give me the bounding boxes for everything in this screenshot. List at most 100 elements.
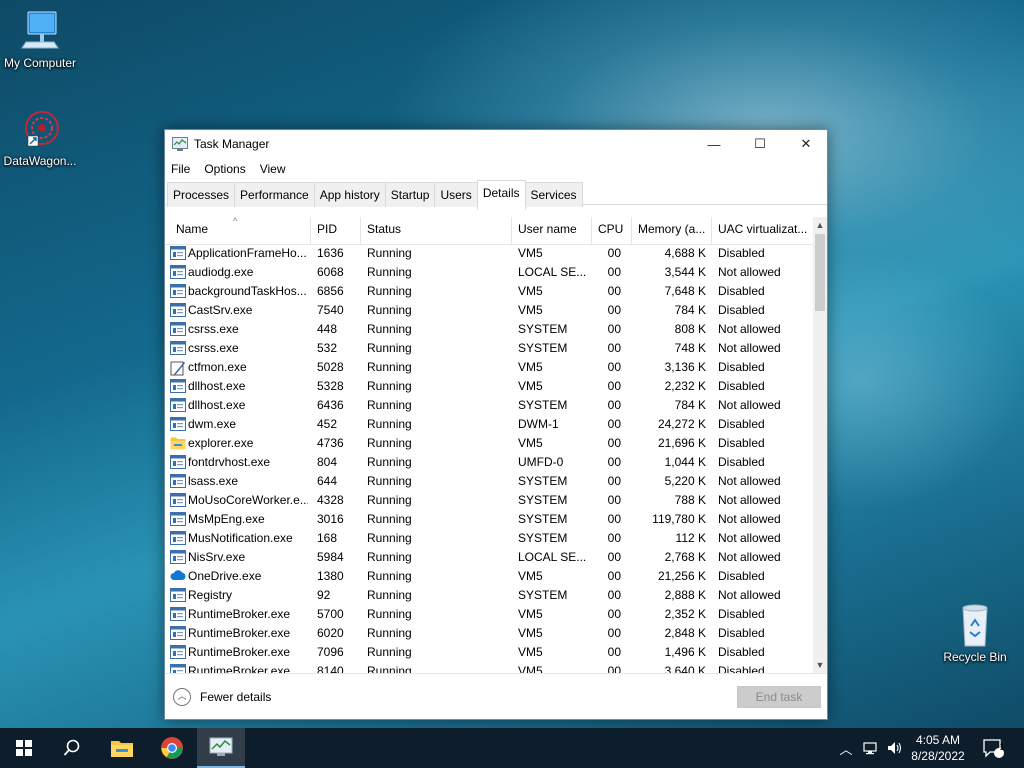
- table-row[interactable]: RuntimeBroker.exe 7096 Running VM5 00 1,496 K…: [165, 643, 813, 662]
- task-manager-taskbar-button[interactable]: [197, 728, 245, 768]
- cell-cpu: 00: [607, 379, 621, 393]
- table-row[interactable]: csrss.exe 532 Running SYSTEM 00 748 K Not allo…: [165, 339, 813, 358]
- tab-startup[interactable]: Startup: [384, 182, 436, 207]
- cell-memory: 2,768 K: [664, 550, 706, 564]
- chevron-up-icon: ︿: [839, 741, 853, 757]
- cell-user: SYSTEM: [518, 531, 568, 545]
- maximize-button[interactable]: ☐: [737, 130, 783, 158]
- table-row[interactable]: dllhost.exe 5328 Running VM5 00 2,232 K Disabl…: [165, 377, 813, 396]
- cell-user: SYSTEM: [518, 474, 568, 488]
- cell-pid: 1380: [317, 569, 344, 583]
- cell-memory: 4,688 K: [664, 246, 706, 260]
- cell-pid: 92: [317, 588, 331, 602]
- table-row[interactable]: explorer.exe 4736 Running VM5 00 21,696 K Disa…: [165, 434, 813, 453]
- scroll-down-icon[interactable]: ▼: [813, 658, 827, 672]
- cell-status: Running: [367, 664, 412, 673]
- cell-cpu: 00: [607, 588, 621, 602]
- cell-status: Running: [367, 284, 412, 298]
- table-row[interactable]: ApplicationFrameHo... 1636 Running VM5 00 4,6…: [165, 244, 813, 263]
- cell-pid: 804: [317, 455, 338, 469]
- cell-status: Running: [367, 474, 412, 488]
- table-row[interactable]: dwm.exe 452 Running DWM-1 00 24,272 K Disabled: [165, 415, 813, 434]
- table-row[interactable]: CastSrv.exe 7540 Running VM5 00 784 K Disabled: [165, 301, 813, 320]
- table-row[interactable]: MusNotification.exe 168 Running SYSTEM 00 112…: [165, 529, 813, 548]
- cell-cpu: 00: [607, 493, 621, 507]
- cell-user: VM5: [518, 303, 543, 317]
- table-row[interactable]: MoUsoCoreWorker.e... 4328 Running SYSTEM 00 7…: [165, 491, 813, 510]
- cell-name: fontdrvhost.exe: [188, 455, 271, 469]
- chrome-button[interactable]: [148, 728, 196, 768]
- taskbar-clock[interactable]: 4:05 AM 8/28/2022: [906, 732, 970, 764]
- cell-status: Running: [367, 341, 412, 355]
- tab-details[interactable]: Details: [476, 180, 526, 210]
- cell-status: Running: [367, 550, 412, 564]
- cell-uac: Not allowed: [718, 588, 781, 602]
- desktop-icon-label: DataWagon...: [3, 154, 77, 168]
- cell-memory: 2,888 K: [664, 588, 706, 602]
- cell-user: SYSTEM: [518, 322, 568, 336]
- network-icon[interactable]: [860, 728, 882, 768]
- table-row[interactable]: RuntimeBroker.exe 6020 Running VM5 00 2,848 K…: [165, 624, 813, 643]
- tab-processes[interactable]: Processes: [167, 182, 236, 207]
- tab-services[interactable]: Services: [524, 182, 583, 207]
- cell-status: Running: [367, 588, 412, 602]
- scroll-up-icon[interactable]: ▲: [813, 218, 827, 232]
- table-row[interactable]: lsass.exe 644 Running SYSTEM 00 5,220 K Not al…: [165, 472, 813, 491]
- start-button[interactable]: [0, 728, 48, 768]
- menu-options[interactable]: Options: [204, 162, 245, 176]
- table-row[interactable]: RuntimeBroker.exe 5700 Running VM5 00 2,352 K…: [165, 605, 813, 624]
- table-row[interactable]: backgroundTaskHos... 6856 Running VM5 00 7,64…: [165, 282, 813, 301]
- vertical-scrollbar[interactable]: ▲ ▼: [813, 217, 827, 673]
- column-header-name[interactable]: ^ Name: [165, 217, 311, 244]
- cell-uac: Not allowed: [718, 265, 781, 279]
- cell-cpu: 00: [607, 626, 621, 640]
- desktop-icon-recycle-bin[interactable]: Recycle Bin: [935, 602, 1015, 664]
- cell-cpu: 00: [607, 341, 621, 355]
- action-center-button[interactable]: 1: [978, 728, 1008, 768]
- show-hidden-icons-button[interactable]: ︿: [836, 728, 856, 768]
- cell-name: ctfmon.exe: [188, 360, 247, 374]
- column-header-memory[interactable]: Memory (a...: [632, 217, 712, 244]
- tab-performance[interactable]: Performance: [234, 182, 315, 207]
- table-row[interactable]: fontdrvhost.exe 804 Running UMFD-0 00 1,044 K…: [165, 453, 813, 472]
- table-row[interactable]: OneDrive.exe 1380 Running VM5 00 21,256 K Disa…: [165, 567, 813, 586]
- fewer-details-button[interactable]: ︿ Fewer details: [173, 688, 271, 706]
- column-header-pid[interactable]: PID: [311, 217, 361, 244]
- table-row[interactable]: RuntimeBroker.exe 8140 Running VM5 00 3,640 K…: [165, 662, 813, 673]
- table-row[interactable]: csrss.exe 448 Running SYSTEM 00 808 K Not allo…: [165, 320, 813, 339]
- recycle-bin-icon: [951, 602, 999, 648]
- column-header-status[interactable]: Status: [361, 217, 512, 244]
- task-manager-window: Task Manager — ☐ ✕ File Options View Pro…: [164, 129, 828, 720]
- table-row[interactable]: MsMpEng.exe 3016 Running SYSTEM 00 119,780 K N…: [165, 510, 813, 529]
- desktop-icon-my-computer[interactable]: My Computer: [0, 8, 80, 70]
- column-header-user-name[interactable]: User name: [512, 217, 592, 244]
- column-header-cpu[interactable]: CPU: [592, 217, 632, 244]
- title-bar[interactable]: Task Manager — ☐ ✕: [165, 130, 827, 158]
- menu-view[interactable]: View: [260, 162, 286, 176]
- cell-memory: 2,848 K: [664, 626, 706, 640]
- table-row[interactable]: NisSrv.exe 5984 Running LOCAL SE... 00 2,768 …: [165, 548, 813, 567]
- volume-icon[interactable]: [884, 728, 906, 768]
- column-header-uac[interactable]: UAC virtualizat...: [712, 217, 813, 244]
- cell-pid: 644: [317, 474, 338, 488]
- table-row[interactable]: audiodg.exe 6068 Running LOCAL SE... 00 3,544…: [165, 263, 813, 282]
- end-task-button[interactable]: End task: [737, 686, 821, 708]
- minimize-button[interactable]: —: [691, 130, 737, 158]
- table-row[interactable]: Registry 92 Running SYSTEM 00 2,888 K Not allo…: [165, 586, 813, 605]
- desktop-icon-datawagon[interactable]: DataWagon...: [0, 106, 80, 168]
- tab-app-history[interactable]: App history: [313, 182, 386, 207]
- cell-pid: 7096: [317, 645, 344, 659]
- close-button[interactable]: ✕: [783, 130, 829, 158]
- table-row[interactable]: ctfmon.exe 5028 Running VM5 00 3,136 K Disable…: [165, 358, 813, 377]
- search-button[interactable]: [48, 728, 96, 768]
- cell-user: VM5: [518, 626, 543, 640]
- cell-name: audiodg.exe: [188, 265, 254, 279]
- table-row[interactable]: dllhost.exe 6436 Running SYSTEM 00 784 K Not a…: [165, 396, 813, 415]
- menu-file[interactable]: File: [171, 162, 190, 176]
- tab-users[interactable]: Users: [434, 182, 478, 207]
- cell-cpu: 00: [607, 417, 621, 431]
- scroll-thumb[interactable]: [815, 234, 825, 311]
- cell-pid: 5700: [317, 607, 344, 621]
- column-header-row: ^ Name PID Status User name CPU Memory (…: [165, 217, 813, 245]
- file-explorer-button[interactable]: [98, 728, 146, 768]
